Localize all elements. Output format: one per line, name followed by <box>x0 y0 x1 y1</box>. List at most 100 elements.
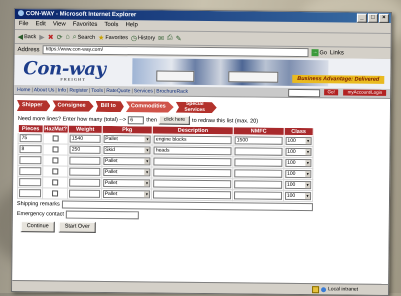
nav-home[interactable]: Home <box>17 87 30 93</box>
links-button[interactable]: Links <box>330 50 344 56</box>
print-button[interactable]: ⎙ <box>167 34 173 42</box>
menu-file[interactable]: File <box>19 19 29 29</box>
nav-register[interactable]: Register <box>69 87 88 93</box>
pkg-select[interactable]: Pallet <box>102 189 151 199</box>
go-button[interactable]: → Go <box>311 49 327 57</box>
hazmat-checkbox[interactable] <box>52 179 59 186</box>
pkg-select[interactable]: Pallet <box>102 167 151 177</box>
weight-input[interactable] <box>69 189 100 198</box>
step-bill-to[interactable]: Bill to <box>96 101 124 112</box>
nav-info[interactable]: Info <box>58 87 66 93</box>
class-select[interactable]: 100 <box>285 147 312 157</box>
description-input[interactable] <box>153 168 232 178</box>
minimize-icon[interactable]: _ <box>356 13 367 23</box>
refresh-button[interactable]: ⟳ <box>57 33 63 41</box>
nmfc-input[interactable] <box>234 169 283 178</box>
tagline-badge: Business Advantage: Delivered <box>292 74 385 84</box>
weight-input[interactable] <box>69 178 100 187</box>
truck-graphic <box>156 70 195 82</box>
description-input[interactable] <box>153 157 232 167</box>
edit-button[interactable]: ✎ <box>176 34 182 42</box>
emergency-contact-label: Emergency contact <box>16 211 64 218</box>
nmfc-input[interactable]: 1500 <box>234 136 283 145</box>
pkg-select[interactable]: Pallet <box>103 156 151 166</box>
step-shipper[interactable]: Shipper <box>17 100 51 111</box>
pkg-select[interactable]: Pallet <box>102 178 151 188</box>
pieces-input[interactable] <box>19 189 41 198</box>
menu-view[interactable]: View <box>53 19 66 29</box>
forward-arrow-icon: ▶ <box>39 33 45 41</box>
maximize-icon[interactable]: □ <box>367 13 378 23</box>
favorites-button[interactable]: ★ Favorites <box>98 33 128 41</box>
hazmat-checkbox[interactable] <box>52 146 59 153</box>
nav-tools[interactable]: Tools <box>91 87 103 93</box>
browser-window: CON-WAY - Microsoft Internet Explorer _ … <box>11 8 392 296</box>
window-controls: _ □ × <box>356 13 389 23</box>
menu-favorites[interactable]: Favorites <box>73 20 98 30</box>
history-button[interactable]: ◷ History <box>131 34 155 42</box>
description-input[interactable]: engine blocks <box>153 135 232 145</box>
weight-input[interactable]: 1540 <box>69 134 101 143</box>
back-button[interactable]: ◀ Back <box>18 33 37 41</box>
commodities-table: Pieces HazMat? Weight Pkg Description NM… <box>17 124 314 202</box>
nmfc-input[interactable] <box>234 191 282 200</box>
menu-help[interactable]: Help <box>125 20 137 30</box>
continue-button[interactable]: Continue <box>20 221 55 233</box>
refresh-icon: ⟳ <box>56 33 63 42</box>
logo-sub: FREIGHT <box>60 77 86 82</box>
hazmat-checkbox[interactable] <box>52 190 59 197</box>
shipping-remarks-label: Shipping remarks <box>16 201 60 208</box>
nmfc-input[interactable] <box>234 180 283 189</box>
nav-services[interactable]: Services <box>134 88 153 94</box>
site-search-input[interactable] <box>288 88 321 98</box>
conway-logo[interactable]: Con-way FREIGHT <box>23 58 106 82</box>
history-icon: ◷ <box>130 34 138 42</box>
class-select[interactable]: 100 <box>285 158 312 168</box>
truck-graphic <box>228 71 279 83</box>
redraw-button[interactable]: click here <box>158 115 191 125</box>
lock-icon <box>312 285 320 293</box>
start-over-button[interactable]: Start Over <box>58 221 96 233</box>
hazmat-checkbox[interactable] <box>52 135 59 142</box>
more-lines-prefix: Need more lines? Enter how many (total) … <box>17 115 127 123</box>
site-search-go-button[interactable]: Go! <box>324 89 339 96</box>
description-input[interactable] <box>153 179 232 189</box>
hazmat-checkbox[interactable] <box>52 157 59 164</box>
nav-brochurerack[interactable]: BrochureRack <box>156 88 188 94</box>
step-consignee[interactable]: Consignee <box>52 100 93 111</box>
hazmat-checkbox[interactable] <box>52 168 59 175</box>
weight-input[interactable] <box>69 167 100 176</box>
nav-about[interactable]: About Us <box>34 87 55 93</box>
class-select[interactable]: 100 <box>285 136 312 146</box>
weight-input[interactable] <box>69 156 101 165</box>
pieces-input[interactable] <box>19 167 42 176</box>
pieces-input[interactable]: 75 <box>19 134 42 143</box>
search-button[interactable]: ⌕ Search <box>73 33 95 41</box>
close-icon[interactable]: × <box>378 13 389 23</box>
home-button[interactable]: ⌂ <box>65 34 69 41</box>
stop-button[interactable]: ✖ <box>48 33 54 41</box>
nav-ratequote[interactable]: RateQuote <box>106 87 130 93</box>
menu-edit[interactable]: Edit <box>35 19 45 29</box>
pieces-input[interactable]: 8 <box>19 145 42 154</box>
step-special-services[interactable]: Special Services <box>176 102 217 113</box>
nmfc-input[interactable] <box>234 147 283 156</box>
line-count-input[interactable]: 6 <box>128 115 145 124</box>
class-select[interactable]: 100 <box>285 169 312 179</box>
pieces-input[interactable] <box>19 178 41 187</box>
description-input[interactable] <box>153 190 232 200</box>
login-button[interactable]: myAccount/Login <box>343 89 387 96</box>
weight-input[interactable]: 250 <box>69 145 101 154</box>
pkg-select[interactable]: Pallet <box>103 134 151 144</box>
pieces-input[interactable] <box>19 156 42 165</box>
mail-button[interactable]: ✉ <box>158 34 164 42</box>
nmfc-input[interactable] <box>234 158 283 167</box>
forward-button[interactable]: ▶ <box>39 33 44 41</box>
menu-tools[interactable]: Tools <box>104 20 118 30</box>
step-commodities[interactable]: Commodities <box>126 101 174 113</box>
pkg-select[interactable]: Skid <box>103 145 151 155</box>
emergency-contact-input[interactable] <box>65 210 139 220</box>
class-select[interactable]: 100 <box>284 191 312 201</box>
description-input[interactable]: heads <box>153 146 232 156</box>
class-select[interactable]: 100 <box>284 180 312 190</box>
